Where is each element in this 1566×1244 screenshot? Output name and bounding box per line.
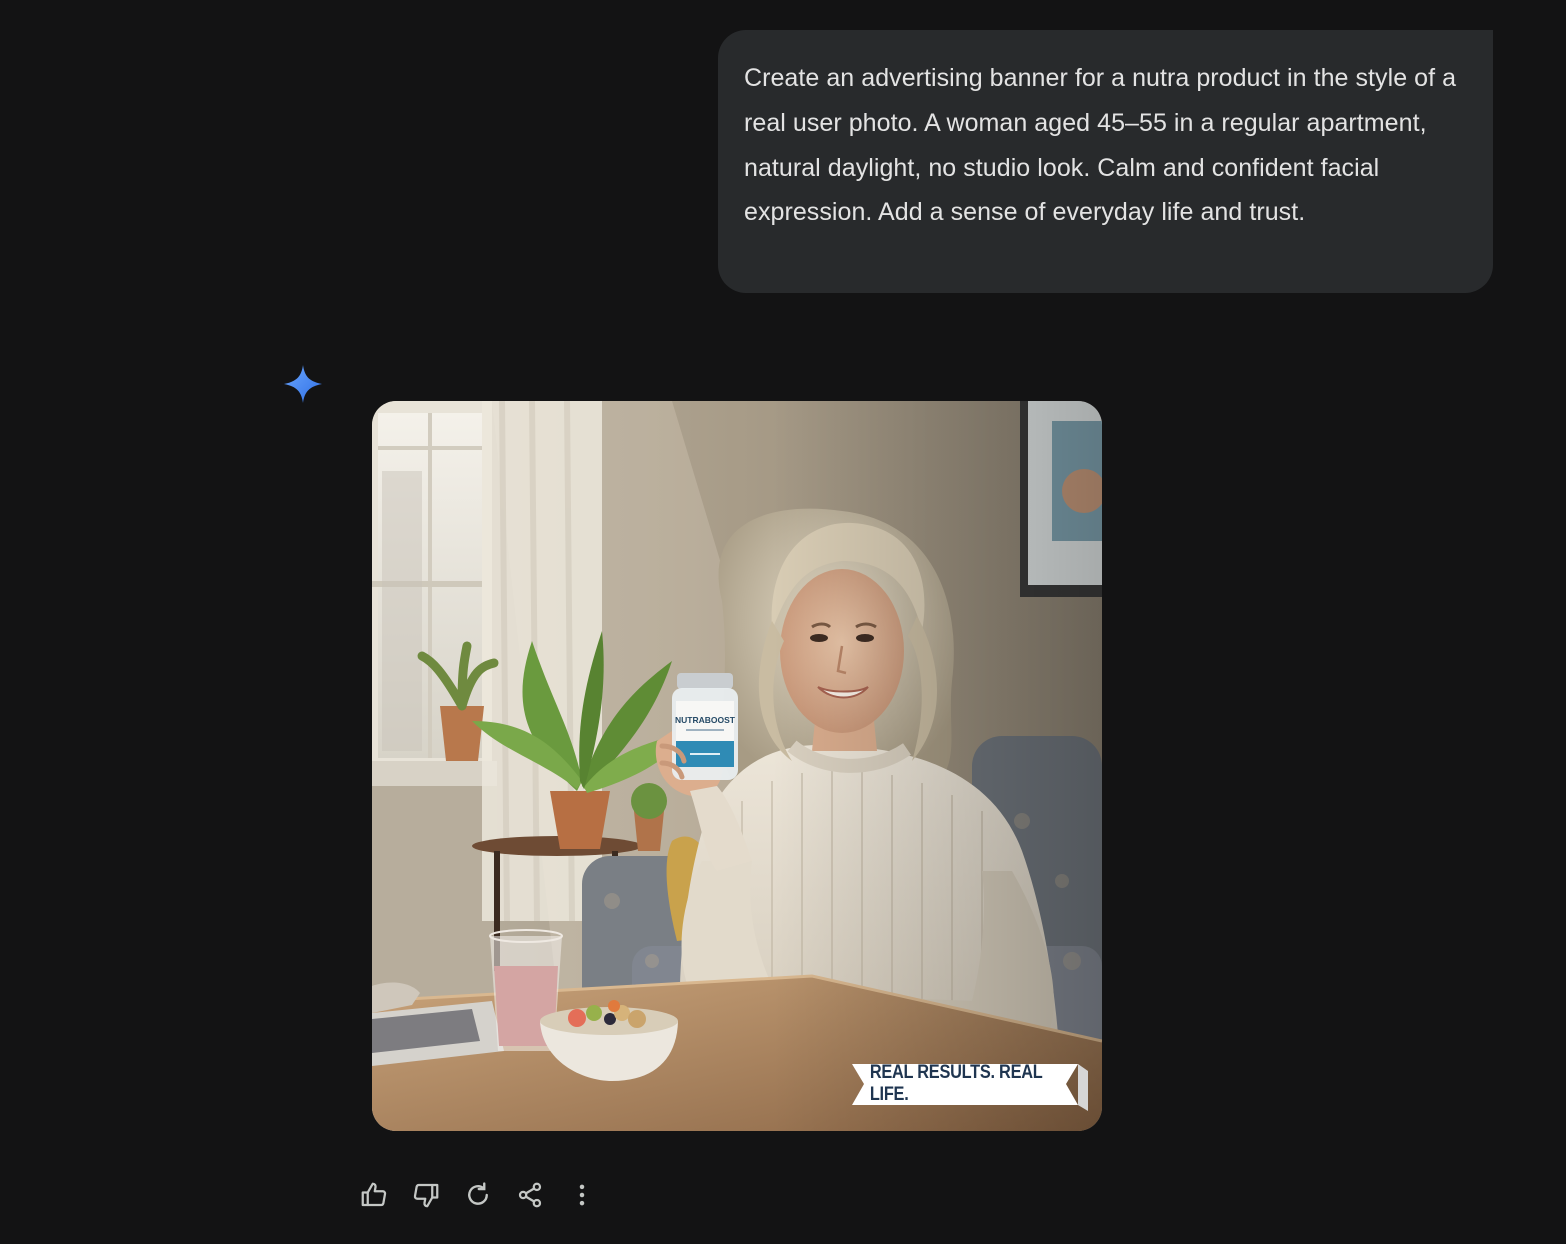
- chat-page: Create an advertising banner for a nutra…: [0, 0, 1566, 1244]
- jar-label: NUTRABOOST: [675, 715, 736, 725]
- gemini-sparkle-icon: [283, 364, 323, 404]
- response-actions: [356, 1176, 616, 1214]
- more-options-button[interactable]: [564, 1177, 600, 1213]
- share-icon: [518, 1182, 542, 1208]
- ad-banner: REAL RESULTS. REAL LIFE.: [854, 1062, 1080, 1105]
- thumbs-down-button[interactable]: [408, 1177, 444, 1213]
- generated-image[interactable]: NUTRABOOST REAL RESULTS. REAL LIFE.: [372, 401, 1102, 1131]
- more-options-icon: [579, 1184, 585, 1206]
- share-button[interactable]: [512, 1177, 548, 1213]
- thumbs-up-icon: [361, 1182, 387, 1207]
- user-message-text: Create an advertising banner for a nutra…: [744, 64, 1457, 227]
- regenerate-button[interactable]: [460, 1177, 496, 1213]
- thumbs-down-icon: [413, 1183, 439, 1208]
- banner-text: REAL RESULTS. REAL LIFE.: [869, 1062, 1043, 1105]
- user-message-bubble: Create an advertising banner for a nutra…: [718, 30, 1493, 293]
- thumbs-up-button[interactable]: [356, 1177, 392, 1213]
- regenerate-icon: [468, 1182, 488, 1205]
